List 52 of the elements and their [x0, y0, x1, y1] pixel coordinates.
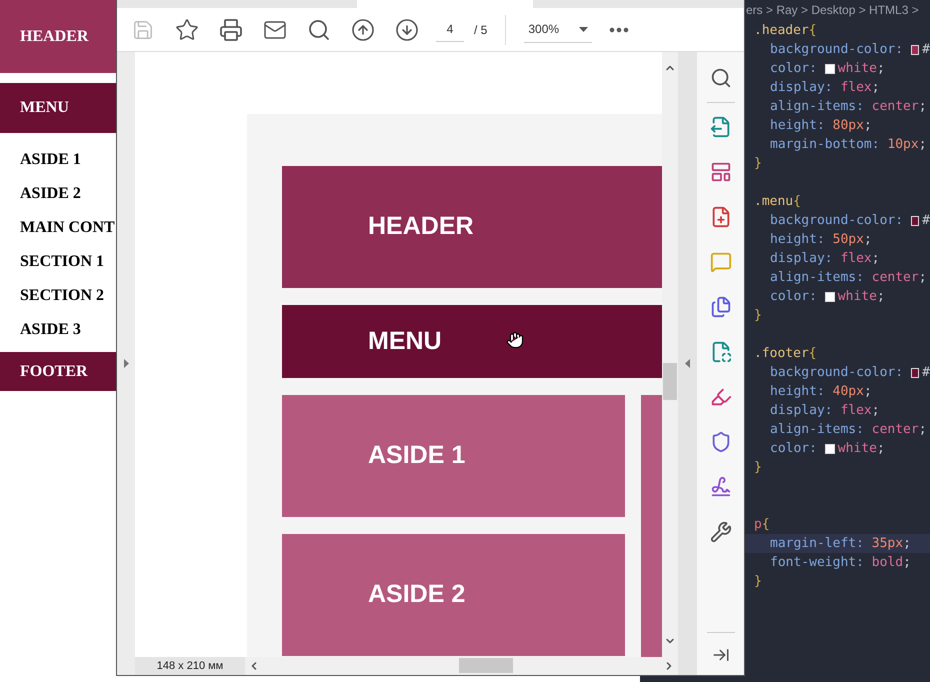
- breadcrumb[interactable]: ers > Ray > Desktop > HTML3 >: [746, 0, 930, 20]
- code-line: align-items: center;: [769, 269, 928, 287]
- color-swatch[interactable]: [824, 64, 835, 74]
- color-swatch[interactable]: [910, 216, 920, 226]
- code-line: .menu{: [753, 193, 802, 211]
- code-line: background-color: #: [769, 212, 930, 230]
- color-swatch[interactable]: [910, 368, 920, 378]
- code-line: display: flex;: [769, 79, 881, 97]
- code-line: margin-bottom: 10px;: [769, 136, 928, 154]
- code-line: height: 50px;: [769, 231, 873, 249]
- page-text: ASIDE 2: [19, 184, 82, 202]
- block-label: ASIDE 1: [368, 440, 466, 472]
- color-swatch[interactable]: [910, 44, 920, 54]
- page-total: / 5: [474, 22, 488, 38]
- page-size-label: 148 x 210 мм: [135, 657, 245, 675]
- page-text: SECTION 1: [19, 252, 106, 270]
- color-swatch[interactable]: [824, 292, 835, 302]
- code-line: .footer{: [753, 345, 818, 363]
- code-line: }: [753, 459, 763, 477]
- collapse-arrow-icon[interactable]: [124, 359, 128, 368]
- code-line: font-weight: bold;: [769, 554, 912, 572]
- code-line: align-items: center;: [769, 421, 928, 439]
- code-line: align-items: center;: [769, 98, 928, 116]
- code-line: color: white;: [769, 440, 886, 458]
- code-line: display: flex;: [769, 402, 881, 420]
- code-line: background-color: #: [769, 364, 930, 382]
- code-line: color: white;: [769, 288, 886, 306]
- code-line: height: 40px;: [769, 383, 873, 401]
- page-text: ASIDE 3: [19, 320, 82, 338]
- page-number-field[interactable]: 4: [436, 18, 464, 42]
- color-swatch[interactable]: [824, 444, 835, 454]
- block-label: MENU: [368, 326, 442, 357]
- code-line: }: [753, 155, 763, 173]
- code-line: display: flex;: [769, 250, 881, 268]
- code-line: background-color: #: [769, 41, 930, 59]
- code-line: }: [753, 307, 763, 325]
- code-line: height: 80px;: [769, 117, 873, 135]
- code-line: .header{: [753, 22, 818, 40]
- expand-arrow-icon[interactable]: [685, 359, 690, 368]
- caret-icon: [579, 26, 588, 32]
- code-line: color: white;: [769, 60, 886, 78]
- page-text: SECTION 2: [19, 286, 106, 304]
- page-text: ASIDE 1: [19, 150, 82, 168]
- code-line: p{: [753, 516, 771, 534]
- code-line: }: [753, 573, 763, 591]
- hand-cursor-icon: [506, 331, 524, 349]
- page-text: MAIN CONT: [19, 218, 116, 236]
- scrollbar-thumb[interactable]: [459, 658, 513, 673]
- zoom-dropdown[interactable]: 300%: [524, 16, 592, 42]
- block-label: HEADER: [368, 211, 474, 242]
- block-label: ASIDE 2: [368, 579, 466, 610]
- scrollbar-thumb[interactable]: [663, 363, 677, 400]
